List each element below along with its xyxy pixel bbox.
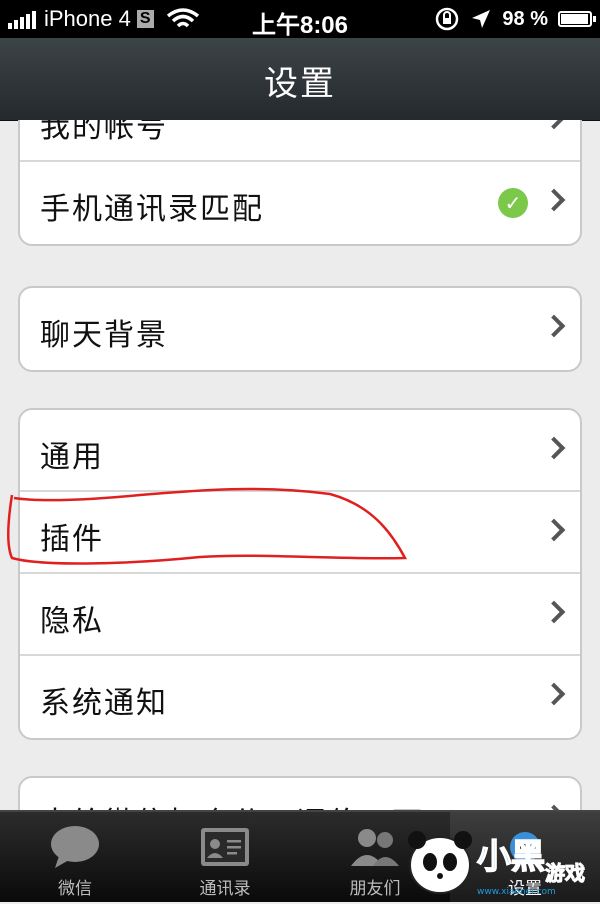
row-label: 系统通知 — [40, 686, 168, 721]
check-icon: ✓ — [498, 188, 528, 218]
svg-text:游戏: 游戏 — [545, 861, 585, 885]
row-label: 通用 — [40, 440, 104, 475]
chevron-right-icon — [542, 518, 566, 542]
battery-fill — [561, 14, 589, 24]
chevron-right-icon — [542, 436, 566, 460]
rotation-lock-icon — [436, 7, 459, 31]
group-rate: 去给微信打个分，评价一下 — [18, 776, 582, 810]
group-general: 通用 插件 隐私 系统通知 — [18, 408, 582, 740]
row-plugins[interactable]: 插件 — [20, 492, 580, 574]
tab-label: 微信 — [58, 879, 92, 899]
status-bar: iPhone 4 S 上午8:06 98 % — [0, 0, 600, 39]
row-label: 聊天背景 — [40, 318, 168, 353]
row-label: 隐私 — [40, 604, 104, 639]
status-right: 98 % — [434, 6, 596, 32]
svg-text:www.xiaohei.com: www.xiaohei.com — [477, 887, 556, 897]
tab-wechat[interactable]: 微信 — [0, 812, 150, 902]
tab-contacts[interactable]: 通讯录 — [150, 812, 300, 902]
chat-bubble-icon — [51, 826, 99, 868]
settings-list[interactable]: 我的帐号 手机通讯录匹配 ✓ 聊天背景 通用 插件 隐私 系统通知 — [0, 120, 600, 810]
chevron-right-icon — [542, 314, 566, 338]
row-label: 插件 — [40, 522, 104, 557]
row-label: 手机通讯录匹配 — [40, 192, 264, 227]
watermark-logo: 小黑 游戏 www.xiaohei.com — [405, 820, 600, 900]
page-title: 设置 — [264, 64, 336, 104]
chevron-right-icon — [542, 188, 566, 212]
battery-icon — [558, 11, 596, 27]
row-rate-app[interactable]: 去给微信打个分，评价一下 — [20, 778, 580, 810]
chevron-right-icon — [542, 600, 566, 624]
chevron-right-icon — [542, 120, 566, 130]
chevron-right-icon — [542, 682, 566, 706]
row-privacy[interactable]: 隐私 — [20, 574, 580, 656]
location-arrow-icon — [472, 10, 491, 28]
group-account: 我的帐号 手机通讯录匹配 ✓ — [18, 120, 582, 246]
navigation-bar: 设置 — [0, 38, 600, 121]
row-general[interactable]: 通用 — [20, 410, 580, 492]
svg-text:小黑: 小黑 — [477, 837, 545, 877]
group-chat: 聊天背景 — [18, 286, 582, 372]
row-label: 我的帐号 — [40, 120, 168, 145]
battery-percent: 98 % — [502, 7, 548, 30]
row-label: 去给微信打个分，评价一下 — [40, 798, 424, 810]
row-chat-background[interactable]: 聊天背景 — [20, 288, 580, 370]
tab-label: 通讯录 — [199, 879, 251, 899]
row-contacts-match[interactable]: 手机通讯录匹配 ✓ — [20, 162, 580, 244]
contact-card-icon — [201, 828, 249, 866]
people-icon — [351, 829, 399, 866]
panda-logo: 小黑 游戏 www.xiaohei.com — [408, 831, 586, 897]
row-my-account[interactable]: 我的帐号 — [20, 120, 580, 162]
row-notifications[interactable]: 系统通知 — [20, 656, 580, 738]
